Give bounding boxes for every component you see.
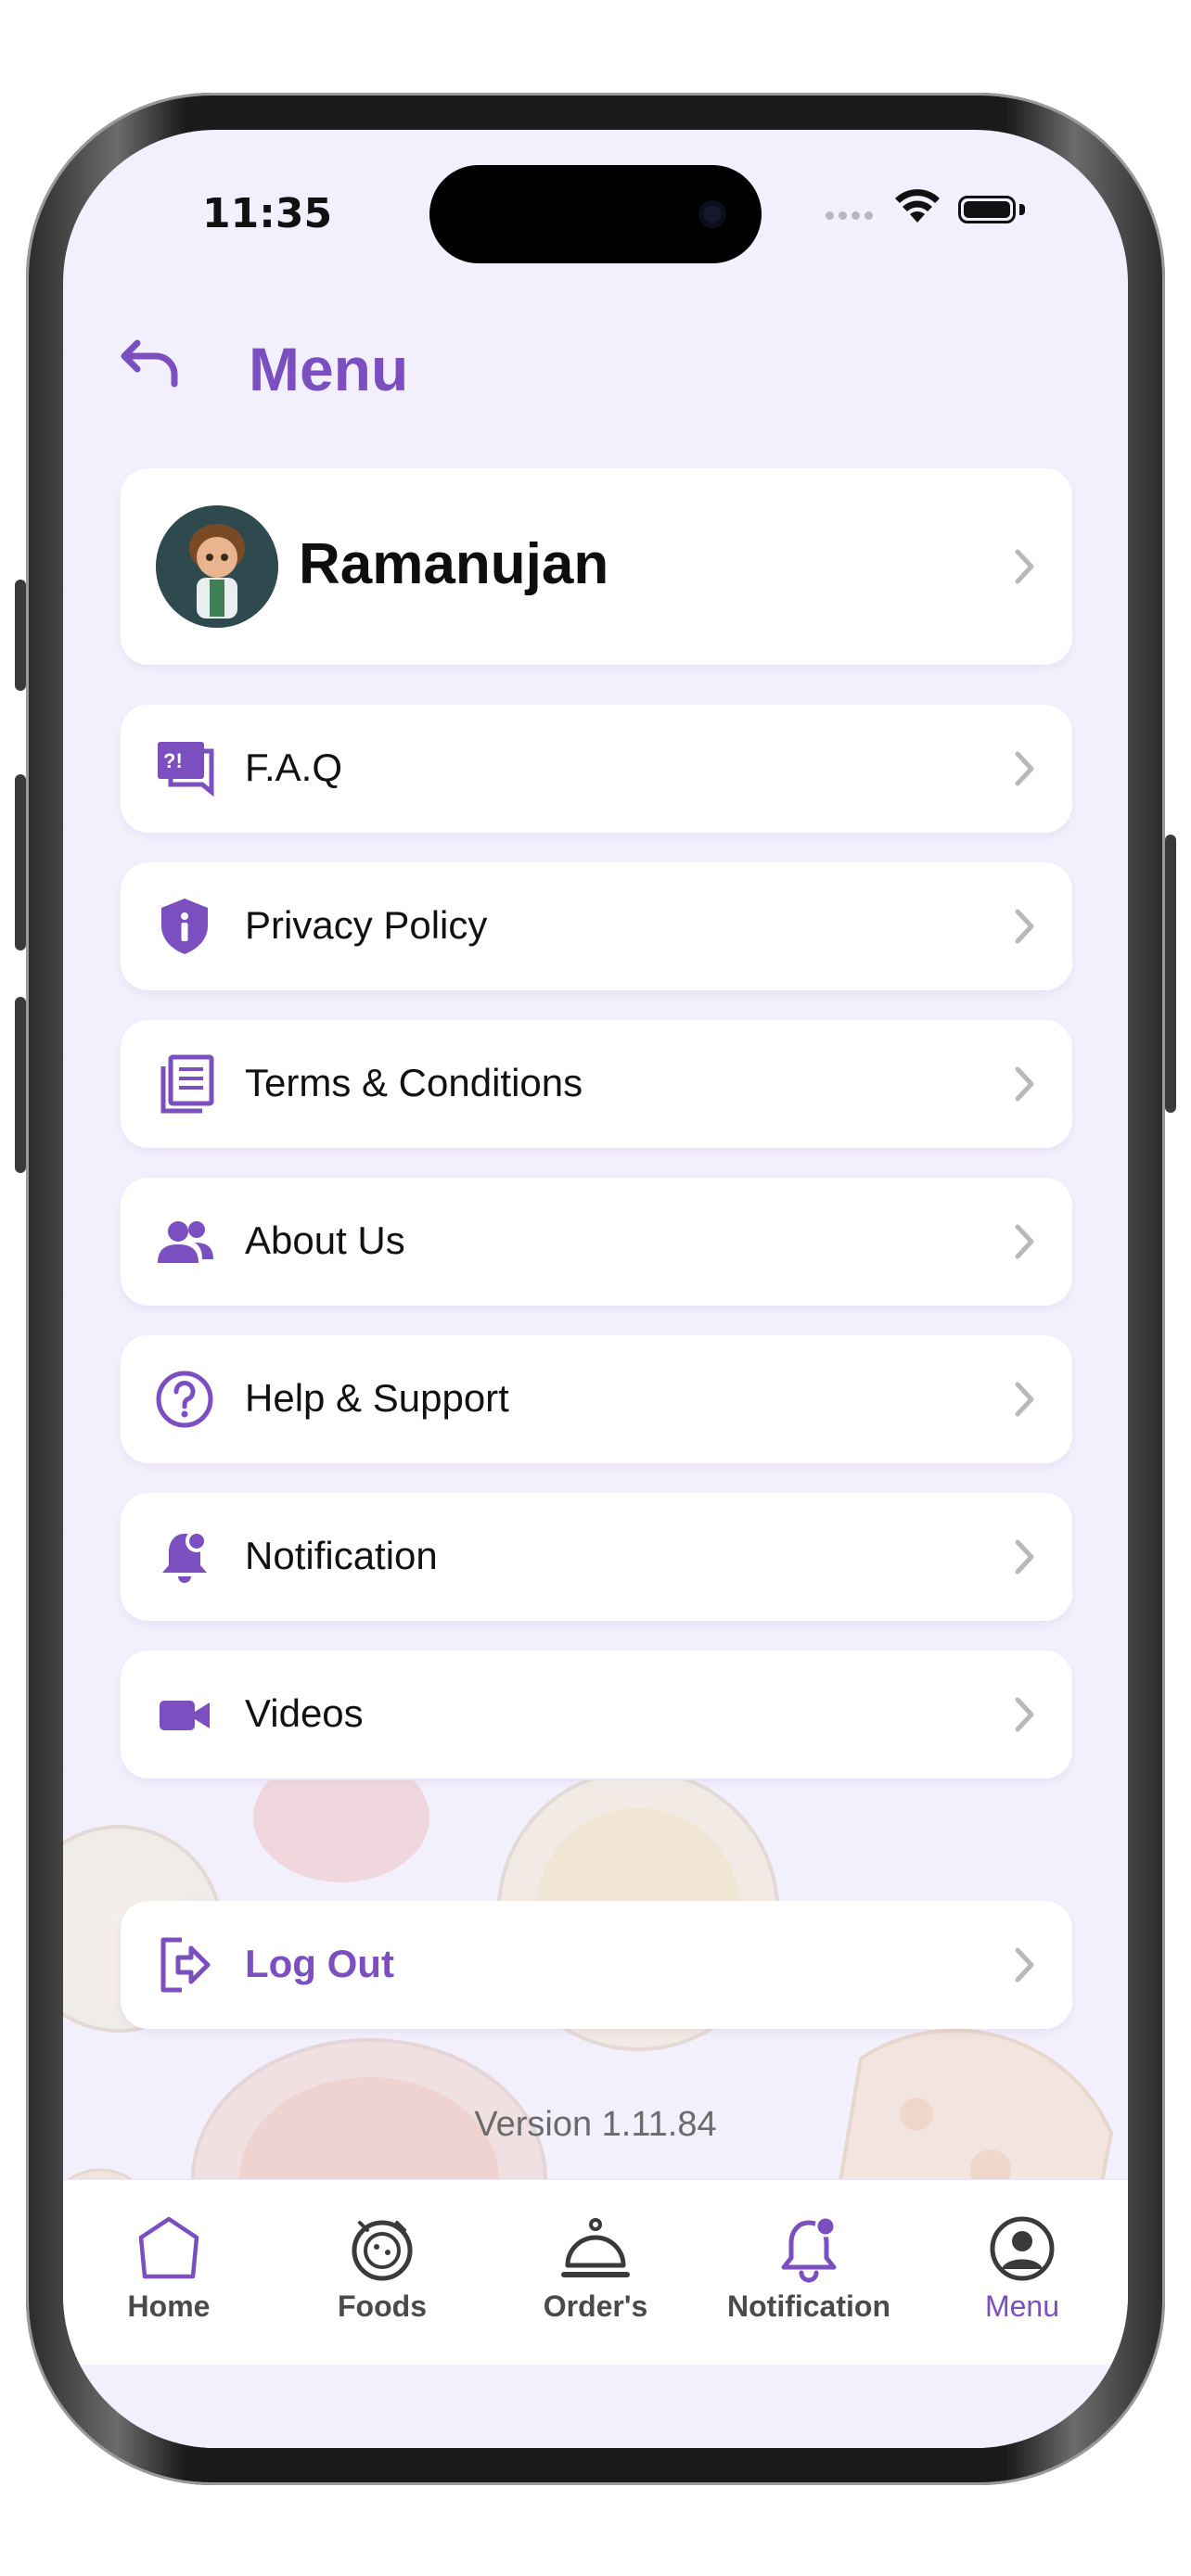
volume-down-button bbox=[15, 997, 26, 1173]
menu-item-label: Terms & Conditions bbox=[245, 1061, 583, 1104]
menu-item-label: F.A.Q bbox=[245, 746, 343, 789]
chevron-right-icon bbox=[1015, 909, 1034, 944]
volume-up-button bbox=[15, 774, 26, 950]
user-circle-icon bbox=[990, 2216, 1055, 2281]
menu-item-label: Help & Support bbox=[245, 1376, 509, 1420]
power-button bbox=[1165, 835, 1176, 1113]
nav-menu[interactable]: Menu bbox=[929, 2180, 1115, 2366]
bell-icon bbox=[781, 2215, 837, 2283]
logout-label: Log Out bbox=[245, 1942, 394, 1985]
shield-info-icon bbox=[161, 899, 208, 954]
nav-label: Foods bbox=[338, 2289, 427, 2323]
nav-foods[interactable]: Foods bbox=[289, 2180, 475, 2366]
back-icon[interactable] bbox=[119, 336, 184, 391]
nav-home[interactable]: Home bbox=[76, 2180, 262, 2366]
menu-item-faq[interactable]: ?! F.A.Q bbox=[121, 705, 1072, 833]
menu-item-help-support[interactable]: Help & Support bbox=[121, 1335, 1072, 1463]
camera-icon bbox=[698, 200, 726, 228]
nav-label: Menu bbox=[984, 2289, 1060, 2323]
menu-item-label: Videos bbox=[245, 1691, 364, 1735]
header: Menu bbox=[63, 315, 1128, 408]
svg-text:?!: ?! bbox=[163, 749, 183, 772]
chevron-right-icon bbox=[1015, 751, 1034, 786]
profile-name: Ramanujan bbox=[299, 532, 609, 596]
chevron-right-icon bbox=[1015, 1947, 1034, 1983]
menu-item-notification[interactable]: Notification bbox=[121, 1493, 1072, 1621]
page-title: Menu bbox=[249, 335, 409, 403]
home-indicator-area bbox=[63, 2365, 1128, 2448]
nav-notification[interactable]: Notification bbox=[716, 2180, 902, 2366]
nav-label: Order's bbox=[543, 2289, 648, 2323]
app-version: Version 1.11.84 bbox=[474, 2105, 717, 2144]
chevron-right-icon bbox=[1015, 549, 1034, 584]
chevron-right-icon bbox=[1015, 1697, 1034, 1732]
dynamic-island bbox=[429, 165, 762, 263]
people-icon bbox=[158, 1221, 213, 1263]
cellular-signal-icon bbox=[826, 206, 877, 223]
menu-item-privacy-policy[interactable]: Privacy Policy bbox=[121, 862, 1072, 990]
profile-card[interactable]: Ramanujan bbox=[121, 468, 1072, 665]
chevron-right-icon bbox=[1015, 1539, 1034, 1575]
status-time: 11:35 bbox=[202, 190, 333, 237]
chevron-right-icon bbox=[1015, 1382, 1034, 1417]
logout-button[interactable]: Log Out bbox=[121, 1901, 1072, 2029]
document-icon bbox=[160, 1054, 214, 1114]
chevron-right-icon bbox=[1015, 1066, 1034, 1102]
menu-item-label: About Us bbox=[245, 1218, 405, 1262]
chevron-right-icon bbox=[1015, 1224, 1034, 1259]
nav-label: Notification bbox=[727, 2289, 890, 2323]
menu-item-label: Notification bbox=[245, 1534, 438, 1577]
status-bar: 11:35 bbox=[63, 130, 1128, 263]
home-icon bbox=[138, 2216, 199, 2279]
menu-item-label: Privacy Policy bbox=[245, 903, 488, 947]
question-icon bbox=[156, 1371, 213, 1428]
nav-label: Home bbox=[127, 2289, 211, 2323]
food-plate-icon bbox=[352, 2220, 413, 2281]
cloche-icon bbox=[561, 2218, 630, 2277]
logout-icon bbox=[160, 1937, 211, 1993]
menu-item-terms[interactable]: Terms & Conditions bbox=[121, 1020, 1072, 1148]
battery-icon bbox=[958, 196, 1016, 223]
action-button bbox=[15, 580, 26, 691]
menu-item-videos[interactable]: Videos bbox=[121, 1651, 1072, 1779]
avatar bbox=[156, 505, 278, 628]
nav-orders[interactable]: Order's bbox=[503, 2180, 688, 2366]
bottom-nav: Home Foods Order's Notification Menu bbox=[63, 2179, 1128, 2366]
battery-tip bbox=[1019, 204, 1025, 215]
bell-icon bbox=[162, 1530, 208, 1583]
wifi-icon bbox=[895, 189, 940, 223]
faq-icon: ?! bbox=[158, 742, 214, 797]
menu-item-about-us[interactable]: About Us bbox=[121, 1178, 1072, 1306]
app-screen: 11:35 Menu Ramanujan ?! F.A.Q Privacy Po… bbox=[63, 130, 1128, 2448]
video-icon bbox=[160, 1701, 210, 1730]
